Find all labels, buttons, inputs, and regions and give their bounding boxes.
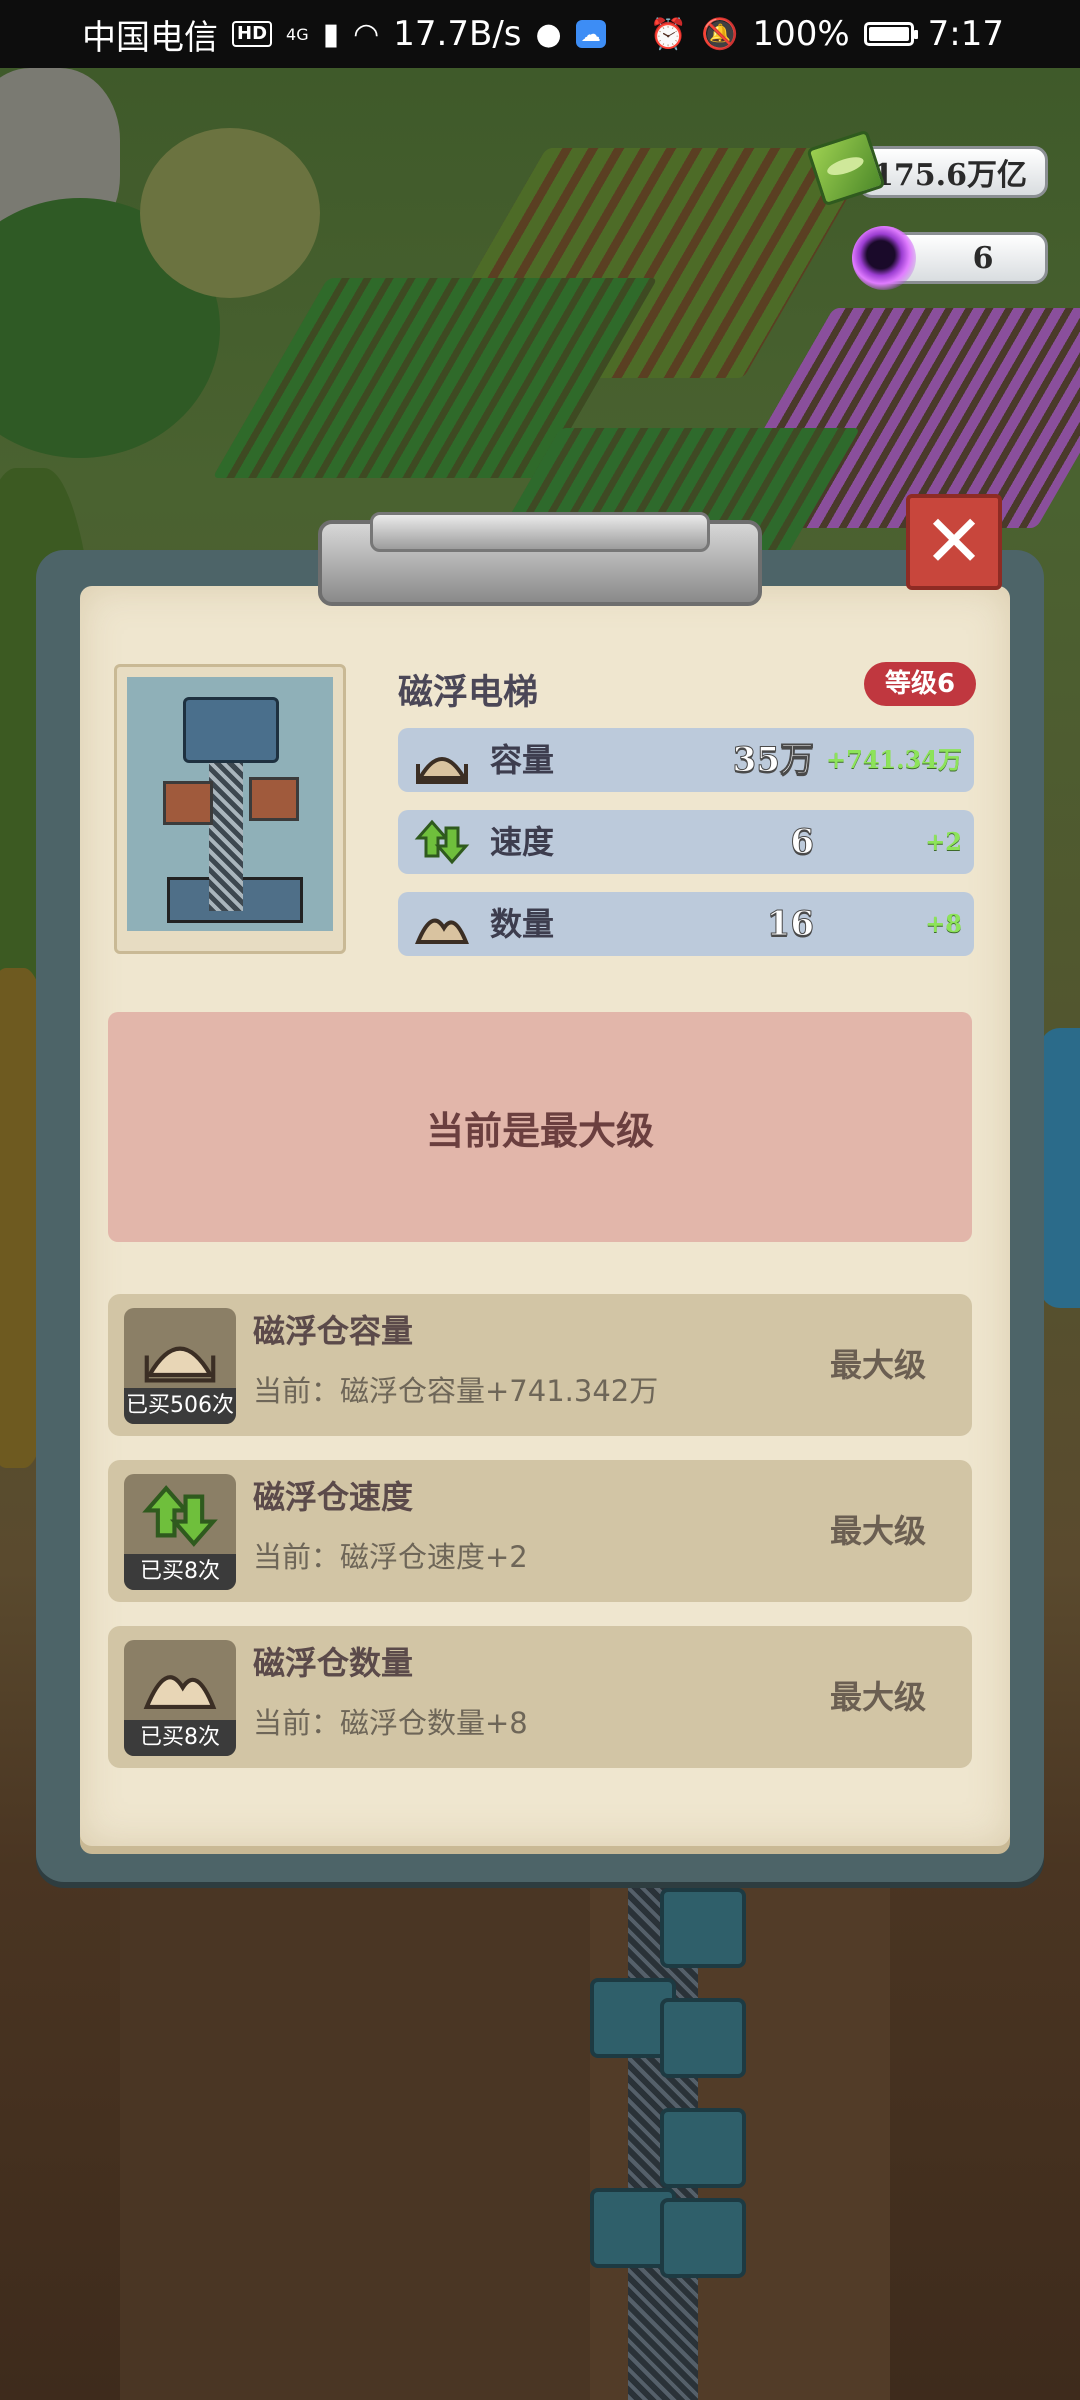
qq-icon: ● (535, 16, 562, 52)
battery-percent: 100% (752, 14, 850, 54)
capacity-icon (416, 757, 468, 784)
wifi-icon: ◠ (353, 16, 380, 52)
building-title: 磁浮电梯 (398, 673, 539, 713)
max-level-panel: 当前是最大级 (108, 1012, 972, 1242)
speed-icon (142, 1485, 218, 1547)
upgrade-description: 当前：磁浮仓容量+741.342万 (253, 1374, 659, 1408)
elevator-car (660, 2198, 746, 2278)
level-badge: 等级6 (864, 662, 976, 706)
maglev-elevator-image (127, 677, 333, 931)
stat-value: 16 (766, 904, 814, 945)
max-level-message: 当前是最大级 (425, 1108, 654, 1153)
mine-shaft (120, 1888, 590, 2400)
speed-upgrade-icon: 已买8次 (124, 1474, 236, 1590)
gem-amount: 6 (972, 240, 994, 276)
carrier-label: 中国电信 (82, 17, 218, 58)
quantity-upgrade-icon: 已买8次 (124, 1640, 236, 1756)
upgrade-description: 当前：磁浮仓速度+2 (253, 1540, 528, 1574)
stat-label: 容量 (490, 741, 555, 779)
hd-icon: HD (232, 21, 273, 47)
elevator-car (660, 1888, 746, 1968)
capacity-icon (144, 1346, 216, 1383)
clock: 7:17 (927, 14, 1004, 54)
network-speed: 17.7B/s (393, 14, 522, 54)
cash-amount: 175.6万亿 (873, 158, 1027, 193)
close-button[interactable]: ✕ (906, 494, 1002, 590)
upgrade-row-quantity: 已买8次 磁浮仓数量 当前：磁浮仓数量+8 最大级 (108, 1626, 972, 1768)
stat-value: 6 (790, 822, 815, 863)
battery-icon (863, 22, 918, 46)
clipboard-clip-top (370, 512, 710, 552)
portal-gem-icon (852, 226, 916, 290)
mute-icon: 🔕 (701, 16, 739, 52)
speed-icon (414, 819, 470, 865)
upgrade-title: 磁浮仓容量 (253, 1312, 414, 1350)
stat-quantity: 数量 16 +8 (398, 892, 974, 956)
elevator-car (660, 2108, 746, 2188)
stat-bonus: +8 (925, 909, 962, 938)
capacity-upgrade-icon: 已买506次 (124, 1308, 236, 1424)
stat-capacity: 容量 35万 +741.34万 (398, 728, 974, 792)
stat-label: 数量 (490, 905, 555, 943)
status-bar: 中国电信 HD 4G ▮ ◠ 17.7B/s ● ☁ ⏰ 🔕 100% 7:17 (0, 0, 1080, 68)
building-thumbnail (114, 664, 346, 954)
upgrade-row-speed: 已买8次 磁浮仓速度 当前：磁浮仓速度+2 最大级 (108, 1460, 972, 1602)
upgrade-max-button[interactable]: 最大级 (830, 1460, 926, 1602)
water (1040, 1028, 1080, 1308)
cloud-icon: ☁ (575, 20, 606, 48)
upgrade-title: 磁浮仓速度 (253, 1478, 414, 1516)
stat-bonus: +741.34万 (826, 745, 962, 774)
alarm-icon: ⏰ (649, 16, 688, 52)
network-type: 4G (286, 24, 309, 44)
signal-icon: ▮ (322, 16, 340, 52)
upgrade-title: 磁浮仓数量 (253, 1644, 414, 1682)
upgrade-row-capacity: 已买506次 磁浮仓容量 当前：磁浮仓容量+741.342万 最大级 (108, 1294, 972, 1436)
bought-count: 已买8次 (124, 1554, 236, 1590)
upgrade-max-button[interactable]: 最大级 (830, 1294, 926, 1436)
tree (140, 128, 320, 298)
stat-label: 速度 (490, 823, 555, 861)
stat-value: 35万 (732, 740, 814, 781)
stat-bonus: +2 (925, 827, 962, 856)
cash-counter: 175.6万亿 (858, 146, 1048, 198)
quantity-icon (415, 918, 469, 944)
close-icon: ✕ (923, 499, 985, 583)
quantity-icon (143, 1675, 217, 1709)
elevator-car (660, 1998, 746, 2078)
upgrade-description: 当前：磁浮仓数量+8 (253, 1706, 528, 1740)
bought-count: 已买8次 (124, 1720, 236, 1756)
stat-speed: 速度 6 +2 (398, 810, 974, 874)
upgrade-max-button[interactable]: 最大级 (830, 1626, 926, 1768)
bought-count: 已买506次 (124, 1388, 236, 1424)
